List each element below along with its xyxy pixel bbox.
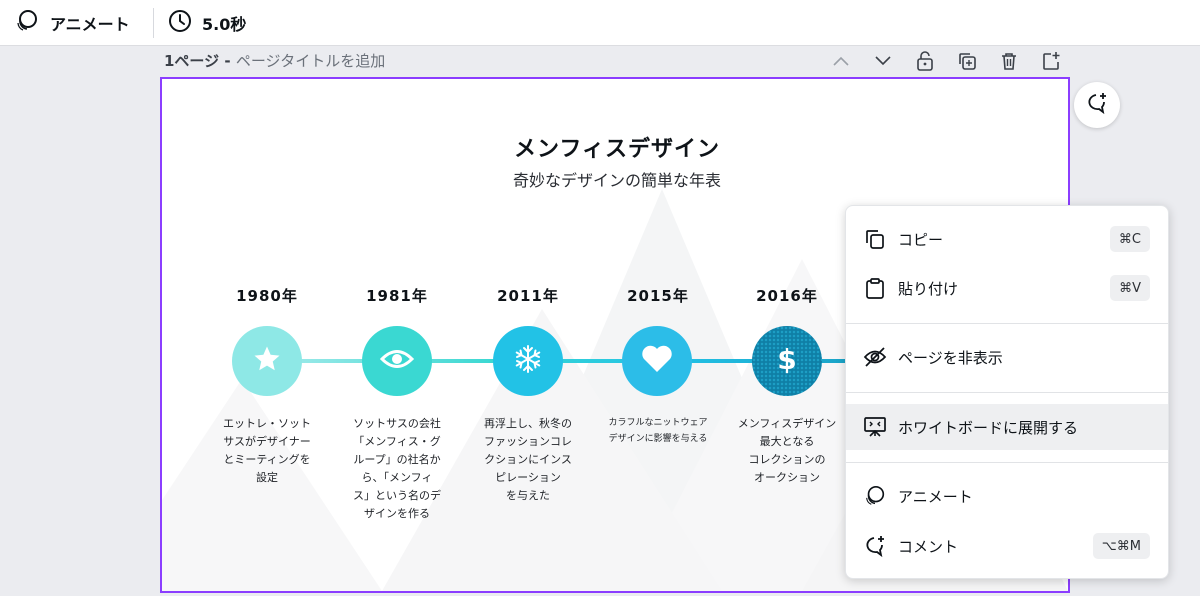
menu-item-label: ページを非表示 (898, 348, 1003, 367)
eye-icon (379, 348, 415, 374)
shortcut-badge: ⌘V (1110, 275, 1150, 301)
context-menu: コピー ⌘C 貼り付け ⌘V ページを非表示 ホワイトボードに展開する アニメー… (845, 205, 1169, 579)
menu-item-label: ホワイトボードに展開する (898, 418, 1079, 437)
chevron-down-icon[interactable] (872, 50, 894, 72)
eye-slash-icon (862, 344, 888, 370)
menu-item-copy[interactable]: コピー ⌘C (846, 216, 1168, 262)
timeline-circle-2016: $ (752, 326, 822, 396)
menu-item-hide-page[interactable]: ページを非表示 (846, 334, 1168, 380)
event-description: 再浮上し、秋冬の ファッションコレ クションにインス ピレーション を与えた (484, 417, 572, 502)
page-number-label: 1ページ - (164, 52, 236, 70)
page-title-input[interactable]: ページタイトルを追加 (236, 52, 385, 70)
event-description: カラフルなニットウェア デザインに影響を与える (608, 418, 708, 444)
copy-icon (862, 226, 888, 252)
svg-text:$: $ (777, 343, 796, 376)
timeline-circle-1981 (362, 326, 432, 396)
design-title: メンフィスデザイン (514, 137, 720, 162)
animate-icon (14, 8, 40, 38)
star-icon (252, 344, 282, 378)
year-label: 1980年 (236, 287, 298, 305)
duration-label: 5.0秒 (202, 15, 247, 34)
toolbar-divider (153, 8, 154, 38)
menu-item-comment[interactable]: コメント ⌥⌘M (846, 523, 1168, 569)
page-tools (830, 50, 1062, 72)
duration-button[interactable]: 5.0秒 (168, 0, 246, 46)
dollar-icon: $ (774, 342, 800, 380)
timeline-circle-1980 (232, 326, 302, 396)
menu-item-label: アニメート (898, 487, 973, 506)
animate-button[interactable]: アニメート (14, 0, 130, 46)
clock-icon (168, 9, 192, 37)
event-description: メンフィスデザイン 最大となる コレクションの オークション (737, 417, 837, 484)
menu-item-paste[interactable]: 貼り付け ⌘V (846, 265, 1168, 311)
timeline-circle-2011 (493, 326, 563, 396)
lock-icon[interactable] (914, 50, 936, 72)
design-subtitle: 奇妙なデザインの簡単な年表 (512, 171, 721, 190)
menu-divider (846, 323, 1168, 324)
comment-plus-icon (1085, 91, 1109, 119)
chevron-up-icon[interactable] (830, 50, 852, 72)
animate-label: アニメート (50, 15, 130, 34)
menu-item-label: 貼り付け (898, 279, 959, 298)
timeline-circle-2015 (622, 326, 692, 396)
shortcut-badge: ⌘C (1109, 226, 1150, 252)
clipboard-icon (862, 275, 888, 301)
trash-icon[interactable] (998, 50, 1020, 72)
menu-divider (846, 462, 1168, 463)
menu-item-label: コメント (898, 537, 959, 556)
year-label: 2011年 (497, 287, 559, 305)
page-header: 1ページ - ページタイトルを追加 (164, 50, 385, 71)
animate-icon (862, 483, 888, 509)
year-label: 1981年 (366, 287, 428, 305)
year-label: 2015年 (627, 287, 689, 305)
event-description: ソットサスの会社 「メンフィス・グ ループ」の社名か ら、「メンフィ ス」という名のデザ… (353, 417, 441, 520)
menu-item-animate[interactable]: アニメート (846, 473, 1168, 519)
comment-icon (862, 533, 888, 559)
menu-divider (846, 392, 1168, 393)
heart-icon (641, 345, 673, 377)
event-description: エットレ・ソット サスがデザイナー とミーティングを 設定 (223, 417, 311, 484)
shortcut-badge: ⌥⌘M (1092, 533, 1150, 559)
snowflake-icon (512, 343, 544, 379)
menu-item-whiteboard[interactable]: ホワイトボードに展開する (846, 404, 1168, 450)
menu-item-label: コピー (898, 230, 944, 249)
year-label: 2016年 (756, 287, 818, 305)
duplicate-page-icon[interactable] (956, 50, 978, 72)
top-toolbar: アニメート 5.0秒 (0, 0, 1200, 46)
whiteboard-icon (862, 414, 888, 440)
add-comment-button[interactable] (1074, 82, 1120, 128)
add-page-icon[interactable] (1040, 50, 1062, 72)
